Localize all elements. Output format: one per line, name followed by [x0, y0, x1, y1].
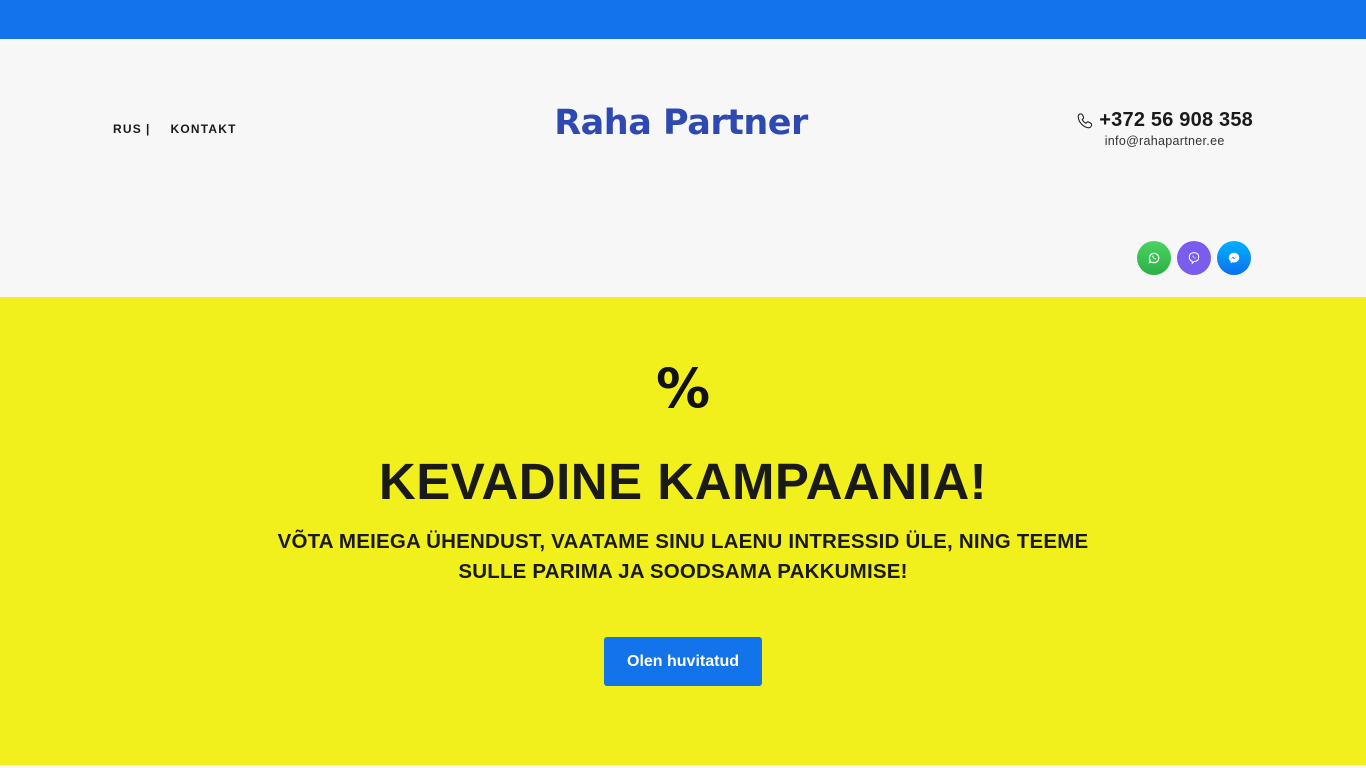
promo-subtitle: VÕTA MEIEGA ÜHENDUST, VAATAME SINU LAENU…	[277, 530, 1089, 583]
site-header: RUS | KONTAKT Raha Partner +372 56 908 3…	[0, 39, 1366, 297]
promo-title: KEVADINE KAMPAANIA!	[378, 453, 988, 510]
messenger-button[interactable]	[1217, 241, 1251, 275]
viber-button[interactable]	[1177, 241, 1211, 275]
percent-icon: %	[655, 357, 711, 420]
promo-banner: % KEVADINE KAMPAANIA! VÕTA MEIEGA ÜHENDU…	[0, 297, 1366, 765]
email-address[interactable]: info@rahapartner.ee	[1076, 134, 1253, 148]
social-buttons	[1137, 241, 1251, 275]
top-bar	[0, 0, 1366, 39]
viber-icon	[1188, 252, 1200, 265]
phone-icon	[1076, 112, 1094, 130]
messenger-icon	[1228, 252, 1240, 264]
interested-button[interactable]: Olen huvitatud	[604, 637, 762, 686]
whatsapp-button[interactable]	[1137, 241, 1171, 275]
whatsapp-icon	[1148, 252, 1160, 264]
contact-info: +372 56 908 358 info@rahapartner.ee	[1076, 109, 1253, 148]
phone-number[interactable]: +372 56 908 358	[1099, 109, 1253, 132]
phone-row[interactable]: +372 56 908 358	[1076, 109, 1253, 132]
